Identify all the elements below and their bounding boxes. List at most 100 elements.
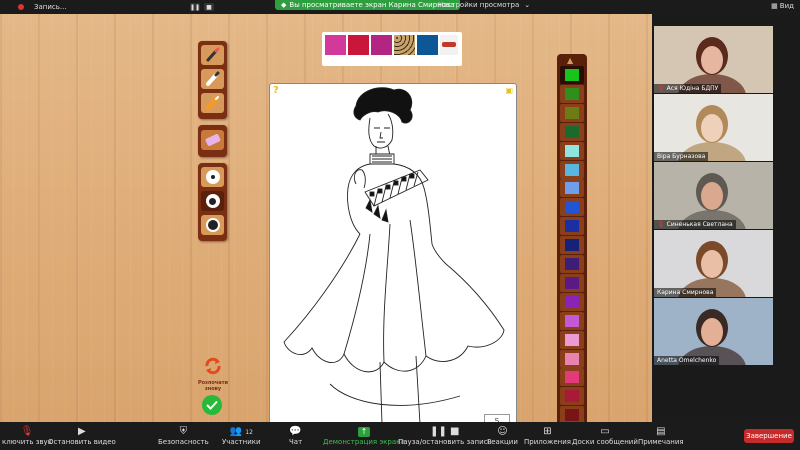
palette-color-slot[interactable] [560,141,584,160]
stop-video-button[interactable]: ▶ Остановить видео [48,425,116,446]
palette-color-slot[interactable] [560,387,584,406]
swatch-leopard[interactable] [394,35,415,55]
security-button[interactable]: ⛨ Безопасность [158,425,209,446]
palette-color-swatch [565,144,579,157]
people-icon: 👥 12 [229,426,253,437]
end-meeting-button[interactable]: Завершение [744,429,794,443]
view-button-label: Вид [779,2,794,10]
eraser-panel [198,125,227,157]
swatch-ad-flag[interactable] [440,35,458,55]
share-label: Демонстрация экрана [323,438,405,446]
chat-button[interactable]: 💬 Чат [289,425,302,446]
ad-banner-icon [442,42,456,47]
swatch-blue[interactable] [417,35,438,55]
stop-recording-icon[interactable]: ■ [204,3,214,11]
brush-size-small[interactable] [201,167,224,187]
refresh-icon [205,357,221,375]
palette-color-slot[interactable] [560,179,584,198]
pause-recording-icon[interactable]: ❚❚ [190,3,200,11]
chevron-down-icon: ⌄ [524,1,531,9]
participant-name: Віра Бурназова [657,153,706,160]
swatch-red[interactable] [348,35,369,55]
share-arrow-icon: ↑ [358,425,370,438]
palette-color-swatch [565,314,579,327]
palette-color-slot[interactable] [560,368,584,387]
swatch-magenta[interactable] [371,35,392,55]
participant-video-tile[interactable]: 🎙 Синенькая Светлана [654,162,773,229]
recent-colors-bar [322,32,462,66]
participant-video [678,105,746,161]
crayon-tool[interactable] [201,93,224,113]
eraser-tool[interactable] [201,130,224,150]
palette-color-slot[interactable] [560,330,584,349]
palette-color-swatch [565,201,579,214]
participants-button[interactable]: 👥 12 Участники [222,425,261,446]
palette-color-slot[interactable] [560,66,584,84]
end-label: Завершение [746,432,792,440]
whiteboards-button[interactable]: ▭ Доски сообщений [572,425,638,446]
brush-tool[interactable] [201,45,224,65]
pause-stop-icon: ❚❚ ■ [430,426,460,437]
palette-color-swatch [565,182,579,195]
participant-name-label: 🎙 Синенькая Светлана [654,220,736,229]
palette-color-swatch [565,125,579,138]
palette-color-slot[interactable] [560,160,584,179]
brush-size-panel [198,163,227,241]
share-banner-text: Вы просматриваете экран Карина Смирнова [289,1,455,9]
done-button[interactable] [202,395,222,415]
participant-name-label: 🎙 Ася Юдіна БДПУ [654,84,722,93]
palette-color-slot[interactable] [560,349,584,368]
restart-button[interactable]: Розпочати знову [196,356,230,392]
participant-video-tile[interactable]: Віра Бурназова [654,94,773,161]
video-camera-icon: ▶ [78,426,86,437]
microphone-off-icon: 🎙 [20,426,34,437]
participant-video-tile[interactable]: Карина Смирнова [654,230,773,297]
palette-color-slot[interactable] [560,292,584,311]
apps-button[interactable]: ⊞ Приложения [524,425,571,446]
participant-video-tile[interactable]: Anetta Omelchenko [654,298,773,365]
participant-video-tile[interactable]: 🎙 Ася Юдіна БДПУ [654,26,773,93]
mute-label: ключить звук [2,438,52,446]
palette-color-swatch [565,295,579,308]
participant-name: Карина Смирнова [657,289,714,296]
view-settings-menu[interactable]: Настройки просмотра ⌄ [438,0,530,10]
mute-button[interactable]: 🎙 ключить звук [2,425,52,446]
participant-name-label: Anetta Omelchenko [654,356,720,365]
participant-video [678,309,746,365]
pause-recording-label: Пауза/остановить запись [398,438,492,446]
palette-color-swatch [565,390,579,403]
palette-color-slot[interactable] [560,217,584,236]
palette-color-slot[interactable] [560,236,584,255]
drawing-canvas[interactable]: ? ▣ 5 [269,83,517,433]
reactions-button[interactable]: ☺ Реакции [487,425,518,446]
palette-color-slot[interactable] [560,122,584,141]
pause-recording-button[interactable]: ❚❚ ■ Пауза/остановить запись [398,425,492,446]
microphone-muted-icon: 🎙 [657,221,665,228]
brush-size-large[interactable] [201,215,224,235]
brush-size-medium[interactable] [201,191,224,211]
participant-name: Anetta Omelchenko [657,357,717,364]
share-screen-button[interactable]: ↑ Демонстрация экрана [323,425,405,446]
participant-name-label: Карина Смирнова [654,288,717,297]
palette-color-swatch [565,69,579,81]
grid-icon: ▦ [771,2,778,10]
palette-color-slot[interactable] [560,84,584,103]
palette-color-slot[interactable] [560,255,584,273]
palette-color-slot[interactable] [560,273,584,292]
notes-button[interactable]: ▤ Примечания [638,425,684,446]
view-button[interactable]: ▦ Вид [771,2,794,10]
palette-color-slot[interactable] [560,103,584,122]
palette-color-swatch [565,87,579,100]
restart-label: Розпочати знову [197,380,229,392]
shield-icon: ⛨ [179,426,188,437]
security-label: Безопасность [158,438,209,446]
participants-count: 12 [245,429,253,436]
participant-name: Ася Юдіна БДПУ [666,85,719,92]
palette-color-slot[interactable] [560,311,584,330]
size-dot-large [207,220,218,230]
chat-bubble-icon: 💬 [289,426,302,437]
marker-tool[interactable] [201,69,224,89]
palette-scroll-up-icon[interactable]: ▲ [567,56,573,65]
palette-color-slot[interactable] [560,198,584,217]
swatch-pink[interactable] [325,35,346,55]
